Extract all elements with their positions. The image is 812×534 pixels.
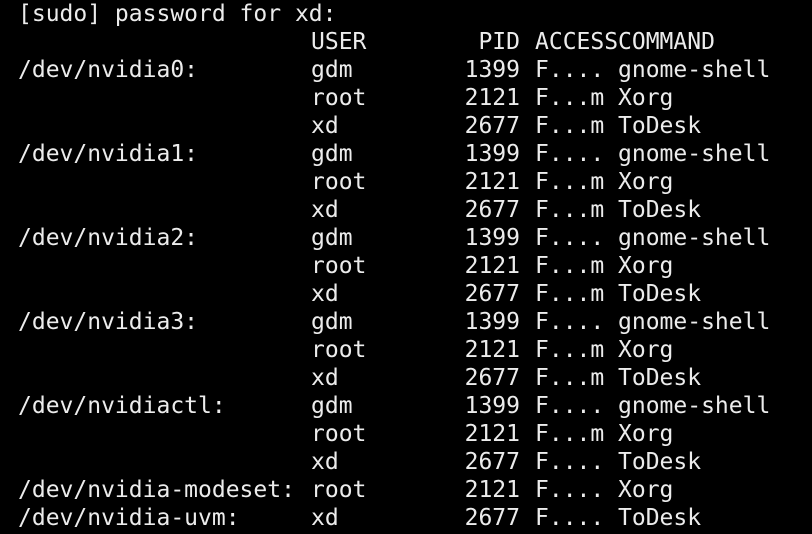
pid-cell: 2121 bbox=[464, 337, 520, 363]
access-cell: F...m bbox=[535, 337, 605, 363]
user-cell: gdm bbox=[311, 309, 353, 335]
pid-cell: 2121 bbox=[464, 477, 520, 503]
pid-cell: 2121 bbox=[464, 253, 520, 279]
pid-cell: 2677 bbox=[464, 113, 520, 139]
pid-cell: 2677 bbox=[464, 197, 520, 223]
header-command: COMMAND bbox=[618, 29, 715, 55]
pid-cell: 1399 bbox=[464, 225, 520, 251]
access-cell: F...m bbox=[535, 365, 605, 391]
table-row: root 2121 F...m Xorg bbox=[0, 336, 812, 364]
header-access: ACCESS bbox=[535, 29, 619, 55]
pid-cell: 1399 bbox=[464, 141, 520, 167]
device-cell: /dev/nvidia1: bbox=[18, 141, 199, 167]
access-cell: F...m bbox=[535, 169, 605, 195]
access-cell: F...m bbox=[535, 421, 605, 447]
command-cell: ToDesk bbox=[618, 365, 702, 391]
pid-cell: 2121 bbox=[464, 169, 520, 195]
user-cell: gdm bbox=[311, 141, 353, 167]
access-cell: F...m bbox=[535, 253, 605, 279]
pid-cell: 2677 bbox=[464, 449, 520, 475]
command-cell: gnome-shell bbox=[618, 225, 771, 251]
command-cell: Xorg bbox=[618, 253, 674, 279]
device-cell: /dev/nvidia2: bbox=[18, 225, 199, 251]
table-row: xd 2677 F...m ToDesk bbox=[0, 364, 812, 392]
command-cell: gnome-shell bbox=[618, 57, 771, 83]
access-cell: F.... bbox=[535, 141, 605, 167]
command-cell: gnome-shell bbox=[618, 393, 771, 419]
device-cell: /dev/nvidia3: bbox=[18, 309, 199, 335]
table-row: /dev/nvidia3: gdm 1399 F.... gnome-shell bbox=[0, 308, 812, 336]
user-cell: xd bbox=[311, 365, 339, 391]
table-row: xd 2677 F...m ToDesk bbox=[0, 280, 812, 308]
user-cell: gdm bbox=[311, 57, 353, 83]
device-cell: /dev/nvidiactl: bbox=[18, 393, 226, 419]
header-pid: PID bbox=[478, 29, 520, 55]
command-cell: Xorg bbox=[618, 169, 674, 195]
user-cell: xd bbox=[311, 197, 339, 223]
access-cell: F...m bbox=[535, 113, 605, 139]
pid-cell: 1399 bbox=[464, 57, 520, 83]
user-cell: gdm bbox=[311, 225, 353, 251]
table-row: root 2121 F...m Xorg bbox=[0, 420, 812, 448]
header-user: USER bbox=[311, 29, 367, 55]
table-row: /dev/nvidia-modeset: root 2121 F.... Xorg bbox=[0, 476, 812, 504]
user-cell: root bbox=[311, 169, 367, 195]
user-cell: root bbox=[311, 477, 367, 503]
table-row: root 2121 F...m Xorg bbox=[0, 168, 812, 196]
pid-cell: 2121 bbox=[464, 85, 520, 111]
access-cell: F.... bbox=[535, 309, 605, 335]
table-row: /dev/nvidiactl: gdm 1399 F.... gnome-shell bbox=[0, 392, 812, 420]
access-cell: F...m bbox=[535, 85, 605, 111]
command-cell: Xorg bbox=[618, 421, 674, 447]
access-cell: F.... bbox=[535, 477, 605, 503]
command-cell: gnome-shell bbox=[618, 309, 771, 335]
user-cell: root bbox=[311, 253, 367, 279]
pid-cell: 2121 bbox=[464, 421, 520, 447]
access-cell: F...m bbox=[535, 197, 605, 223]
user-cell: gdm bbox=[311, 393, 353, 419]
pid-cell: 1399 bbox=[464, 309, 520, 335]
command-cell: ToDesk bbox=[618, 449, 702, 475]
table-row: root 2121 F...m Xorg bbox=[0, 84, 812, 112]
table-row: xd 2677 F...m ToDesk bbox=[0, 196, 812, 224]
sudo-prompt: [sudo] password for xd: bbox=[18, 1, 337, 27]
table-row: xd 2677 F.... ToDesk bbox=[0, 448, 812, 476]
access-cell: F.... bbox=[535, 225, 605, 251]
pid-cell: 2677 bbox=[464, 365, 520, 391]
command-cell: Xorg bbox=[618, 477, 674, 503]
pid-cell: 1399 bbox=[464, 393, 520, 419]
truncated-output-line bbox=[18, 526, 718, 534]
table-row: /dev/nvidia1: gdm 1399 F.... gnome-shell bbox=[0, 140, 812, 168]
terminal-window[interactable]: [sudo] password for xd: USER PID ACCESS … bbox=[0, 0, 812, 534]
access-cell: F.... bbox=[535, 57, 605, 83]
command-cell: ToDesk bbox=[618, 197, 702, 223]
command-cell: Xorg bbox=[618, 337, 674, 363]
table-row: root 2121 F...m Xorg bbox=[0, 252, 812, 280]
table-row: /dev/nvidia0: gdm 1399 F.... gnome-shell bbox=[0, 56, 812, 84]
pid-cell: 2677 bbox=[464, 281, 520, 307]
user-cell: root bbox=[311, 85, 367, 111]
table-row: /dev/nvidia2: gdm 1399 F.... gnome-shell bbox=[0, 224, 812, 252]
access-cell: F...m bbox=[535, 281, 605, 307]
command-cell: ToDesk bbox=[618, 113, 702, 139]
device-cell: /dev/nvidia0: bbox=[18, 57, 199, 83]
process-table: /dev/nvidia0: gdm 1399 F.... gnome-shell root… bbox=[0, 56, 812, 532]
user-cell: xd bbox=[311, 449, 339, 475]
command-cell: Xorg bbox=[618, 85, 674, 111]
device-cell: /dev/nvidia-modeset: bbox=[18, 477, 295, 503]
user-cell: root bbox=[311, 337, 367, 363]
access-cell: F.... bbox=[535, 393, 605, 419]
table-row: xd 2677 F...m ToDesk bbox=[0, 112, 812, 140]
command-cell: gnome-shell bbox=[618, 141, 771, 167]
access-cell: F.... bbox=[535, 449, 605, 475]
user-cell: xd bbox=[311, 113, 339, 139]
command-cell: ToDesk bbox=[618, 281, 702, 307]
table-header: USER PID ACCESS COMMAND bbox=[0, 28, 812, 56]
user-cell: xd bbox=[311, 281, 339, 307]
user-cell: root bbox=[311, 421, 367, 447]
